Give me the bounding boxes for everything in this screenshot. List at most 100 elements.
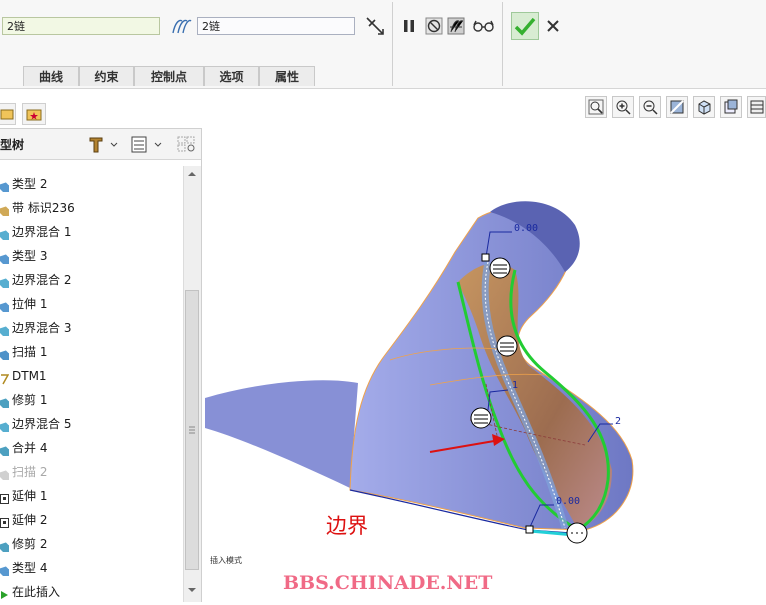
show-hidden-icon[interactable]: [176, 134, 198, 154]
folder-tree-icon[interactable]: [0, 103, 16, 125]
constraint-handle[interactable]: [470, 407, 492, 429]
tab-constraints[interactable]: 约束: [79, 66, 134, 86]
saved-views-icon[interactable]: [720, 96, 742, 118]
ok-button[interactable]: [511, 12, 539, 40]
extrude-icon: [0, 299, 10, 312]
tree-item-label: 在此插入: [12, 585, 61, 599]
blend-icon: [0, 563, 10, 576]
refit-icon[interactable]: [585, 96, 607, 118]
constraint-handle[interactable]: [566, 522, 588, 544]
tree-item[interactable]: 带 标识236: [0, 198, 75, 218]
pause-icon[interactable]: [400, 17, 418, 35]
model-3d-view: 0.00 1 2 0.00 边界 插入模式 BBS.CHINADE.NET: [205, 201, 634, 594]
tree-columns-icon[interactable]: [130, 134, 166, 154]
boundary-blend-icon: [0, 323, 10, 336]
display-style-icon[interactable]: [693, 96, 715, 118]
cancel-button[interactable]: [544, 17, 562, 35]
constraint-handle[interactable]: [489, 257, 511, 279]
tree-item[interactable]: DTM1: [0, 366, 47, 386]
toolbar-separator: [392, 2, 393, 86]
zoom-out-icon[interactable]: [639, 96, 661, 118]
tree-item-label: 边界混合 5: [12, 417, 72, 431]
boundary-blend-icon: [0, 419, 10, 432]
watermark: BBS.CHINADE.NET: [283, 572, 492, 594]
tab-options[interactable]: 选项: [204, 66, 259, 86]
model-tree-list: 类型 2 带 标识236 边界混合 1 类型 3 边界混合 2 拉伸 1 边界混合 3 扫描 …: [0, 158, 183, 602]
tree-item-label: 类型 2: [12, 177, 48, 191]
datum-plane-icon: [0, 371, 10, 384]
tab-control-points[interactable]: 控制点: [134, 66, 204, 86]
graphics-viewport[interactable]: 0.00 1 2 0.00 边界 插入模式 BBS.CHINADE.NET: [203, 124, 766, 602]
tree-item-label: 边界混合 2: [12, 273, 72, 287]
glasses-preview-icon[interactable]: [473, 17, 495, 35]
scroll-up-icon[interactable]: [186, 168, 198, 180]
view-manager-icon[interactable]: [747, 96, 766, 118]
base-flap-surface: [205, 380, 358, 488]
tree-item[interactable]: 合并 4: [0, 438, 47, 458]
tree-item[interactable]: 扫描 1: [0, 342, 47, 362]
scroll-down-icon[interactable]: [186, 584, 198, 596]
boundary-label: 边界: [326, 514, 368, 538]
model-tree-header: 型树: [0, 128, 201, 160]
blend-icon: [0, 179, 10, 192]
blend-icon: [0, 251, 10, 264]
model-tree-panel: 型树 类型 2 带 标识236 边界混合 1 类型 3 边界混合 2 拉伸 1 边界混合 3…: [0, 128, 202, 602]
dashboard: 2链 2链 曲线 约束 控制点 选项 属性: [0, 0, 766, 89]
tree-item[interactable]: 延伸 2: [0, 510, 47, 530]
ribbon-icon: [0, 203, 10, 216]
second-direction-chain-field[interactable]: 2链: [197, 17, 355, 35]
tree-item[interactable]: 边界混合 1: [0, 222, 71, 242]
tree-item[interactable]: 扫描 2: [0, 462, 47, 482]
tree-item[interactable]: 修剪 2: [0, 534, 47, 554]
tree-item-label: 拉伸 1: [12, 297, 48, 311]
tree-item-label: 边界混合 3: [12, 321, 72, 335]
sweep-icon: [0, 347, 10, 360]
tree-item[interactable]: 修剪 1: [0, 390, 47, 410]
tree-item[interactable]: 在此插入: [0, 582, 60, 602]
boundary-blend-icon: [0, 227, 10, 240]
tree-item[interactable]: 边界混合 2: [0, 270, 71, 290]
model-tree-title: 型树: [0, 138, 25, 152]
insert-mode-label: 插入模式: [210, 555, 242, 565]
no-preview-icon[interactable]: [425, 17, 443, 35]
toolbar-separator: [502, 2, 503, 86]
scroll-thumb[interactable]: [185, 290, 199, 570]
tree-item[interactable]: 边界混合 5: [0, 414, 71, 434]
sweep-icon: [0, 467, 10, 480]
tree-item-label: 修剪 1: [12, 393, 48, 407]
constraint-handle[interactable]: [496, 335, 518, 357]
curve-trim-icon[interactable]: [364, 15, 386, 37]
insert-arrow-icon: [0, 587, 9, 599]
tab-properties[interactable]: 属性: [259, 66, 315, 86]
checkmark-icon: [514, 17, 536, 36]
tree-item[interactable]: 类型 4: [0, 558, 47, 578]
repaint-icon[interactable]: [666, 96, 688, 118]
close-icon: [547, 20, 559, 32]
tree-item-label: 类型 4: [12, 561, 48, 575]
tab-curves[interactable]: 曲线: [23, 66, 79, 86]
first-direction-chain-field[interactable]: 2链: [2, 17, 160, 35]
favorites-icon[interactable]: [22, 103, 46, 125]
tree-item-label: DTM1: [12, 369, 47, 383]
tree-item[interactable]: 类型 2: [0, 174, 47, 194]
tree-item-label: 带 标识236: [12, 201, 75, 215]
tree-item[interactable]: 类型 3: [0, 246, 47, 266]
tree-item-label: 修剪 2: [12, 537, 48, 551]
annotation-2: 2: [615, 416, 621, 427]
zoom-in-icon[interactable]: [612, 96, 634, 118]
tree-item-label: 延伸 1: [12, 489, 48, 503]
tree-scrollbar[interactable]: [183, 166, 201, 602]
tree-item[interactable]: 延伸 1: [0, 486, 47, 506]
tree-item-label: 扫描 1: [12, 345, 48, 359]
second-direction-icon[interactable]: [170, 15, 192, 37]
tree-item[interactable]: 拉伸 1: [0, 294, 47, 314]
tree-item-label: 延伸 2: [12, 513, 48, 527]
mesh-preview-icon[interactable]: [447, 17, 465, 35]
tree-item-label: 类型 3: [12, 249, 48, 263]
annotation-3: 0.00: [556, 496, 580, 507]
tree-settings-icon[interactable]: [87, 134, 121, 154]
tree-item-label: 边界混合 1: [12, 225, 72, 239]
annotation-0: 0.00: [514, 223, 538, 234]
tree-item[interactable]: 边界混合 3: [0, 318, 71, 338]
tree-item-label: 扫描 2: [12, 465, 48, 479]
